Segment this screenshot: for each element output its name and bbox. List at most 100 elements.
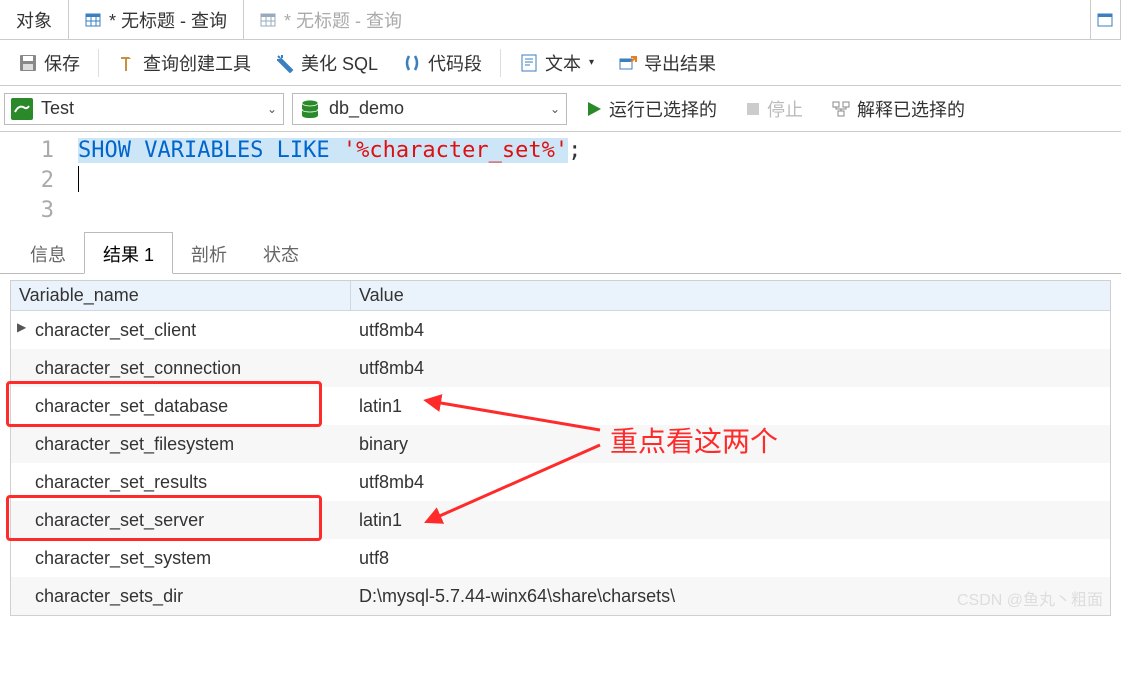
table-icon xyxy=(85,12,101,28)
line-number: 3 xyxy=(0,196,54,226)
cell-value: utf8mb4 xyxy=(351,320,1110,341)
table-row[interactable]: character_sets_dirD:\mysql-5.7.44-winx64… xyxy=(11,577,1110,615)
tab-objects-label: 对象 xyxy=(16,7,52,33)
connection-bar: Test ⌄ db_demo ⌄ 运行已选择的 停止 解释已选择的 xyxy=(0,86,1121,132)
cell-variable-name: character_set_filesystem xyxy=(11,434,351,455)
builder-label: 查询创建工具 xyxy=(143,50,251,76)
query-builder-button[interactable]: 查询创建工具 xyxy=(107,46,261,80)
line-number: 1 xyxy=(0,136,54,166)
export-label: 导出结果 xyxy=(644,50,716,76)
beautify-button[interactable]: 美化 SQL xyxy=(265,46,388,80)
grid-header: Variable_name Value xyxy=(11,281,1110,311)
run-label: 运行已选择的 xyxy=(609,96,717,122)
sql-string: '%character_set%' xyxy=(343,138,568,163)
snippet-label: 代码段 xyxy=(428,50,482,76)
line-number: 2 xyxy=(0,166,54,196)
code-area[interactable]: SHOW VARIABLES LIKE '%character_set%'; xyxy=(70,132,581,232)
row-pointer-icon: ▶ xyxy=(17,320,26,334)
explain-button[interactable]: 解释已选择的 xyxy=(821,96,975,122)
tab-profile-label: 剖析 xyxy=(191,245,227,265)
stop-button[interactable]: 停止 xyxy=(735,96,813,122)
connection-select[interactable]: Test ⌄ xyxy=(4,93,284,125)
chevron-down-icon: ▾ xyxy=(589,57,594,68)
cell-variable-name: character_set_server xyxy=(11,510,351,531)
text-button[interactable]: 文本 ▾ xyxy=(509,46,604,80)
cell-variable-name: character_sets_dir xyxy=(11,586,351,607)
save-button[interactable]: 保存 xyxy=(8,46,90,80)
parentheses-icon xyxy=(402,53,422,73)
editor-tabs: 对象 * 无标题 - 查询 * 无标题 - 查询 xyxy=(0,0,1121,40)
tab-query-1-label: * 无标题 - 查询 xyxy=(109,7,227,33)
cell-variable-name: character_set_results xyxy=(11,472,351,493)
tab-query-2[interactable]: * 无标题 - 查询 xyxy=(244,0,1091,39)
table-row[interactable]: ▶character_set_clientutf8mb4 xyxy=(11,311,1110,349)
tab-result-1[interactable]: 结果 1 xyxy=(84,232,173,274)
save-label: 保存 xyxy=(44,50,80,76)
table-icon xyxy=(1097,12,1113,28)
cell-value: utf8mb4 xyxy=(351,472,1110,493)
sql-punct: ; xyxy=(568,138,581,163)
tab-info-label: 信息 xyxy=(30,245,66,265)
tab-status[interactable]: 状态 xyxy=(245,233,317,273)
database-icon xyxy=(299,98,321,120)
result-tabs: 信息 结果 1 剖析 状态 xyxy=(0,232,1121,274)
sql-keyword: SHOW VARIABLES LIKE xyxy=(78,138,343,163)
chevron-down-icon: ⌄ xyxy=(550,102,560,116)
snippet-button[interactable]: 代码段 xyxy=(392,46,492,80)
run-button[interactable]: 运行已选择的 xyxy=(575,96,727,122)
separator xyxy=(500,49,501,77)
tab-query-2-label: * 无标题 - 查询 xyxy=(284,7,402,33)
line-gutter: 1 2 3 xyxy=(0,132,70,232)
table-icon xyxy=(260,12,276,28)
tab-status-label: 状态 xyxy=(263,245,299,265)
watermark: CSDN @鱼丸丶粗面 xyxy=(957,586,1103,610)
cell-value: utf8mb4 xyxy=(351,358,1110,379)
col-variable-name[interactable]: Variable_name xyxy=(11,281,351,310)
cell-variable-name: character_set_connection xyxy=(11,358,351,379)
export-button[interactable]: 导出结果 xyxy=(608,46,726,80)
tab-objects[interactable]: 对象 xyxy=(0,0,69,39)
table-row[interactable]: character_set_systemutf8 xyxy=(11,539,1110,577)
play-icon xyxy=(585,100,603,118)
tab-profile[interactable]: 剖析 xyxy=(173,233,245,273)
cell-value: latin1 xyxy=(351,510,1110,531)
cell-variable-name: ▶character_set_client xyxy=(11,320,351,341)
tab-query-1[interactable]: * 无标题 - 查询 xyxy=(69,0,244,39)
hammer-icon xyxy=(117,53,137,73)
database-name: db_demo xyxy=(329,98,404,119)
wand-icon xyxy=(275,53,295,73)
separator xyxy=(98,49,99,77)
stop-label: 停止 xyxy=(767,96,803,122)
tab-overflow[interactable] xyxy=(1091,0,1121,39)
save-icon xyxy=(18,53,38,73)
document-icon xyxy=(519,53,539,73)
table-row[interactable]: character_set_serverlatin1 xyxy=(11,501,1110,539)
table-row[interactable]: character_set_filesystembinary xyxy=(11,425,1110,463)
beautify-label: 美化 SQL xyxy=(301,50,378,76)
connection-name: Test xyxy=(41,98,74,119)
toolbar: 保存 查询创建工具 美化 SQL 代码段 文本 ▾ 导出结果 xyxy=(0,40,1121,86)
result-area: Variable_name Value ▶character_set_clien… xyxy=(0,280,1121,616)
table-row[interactable]: character_set_connectionutf8mb4 xyxy=(11,349,1110,387)
explain-label: 解释已选择的 xyxy=(857,96,965,122)
cursor-line xyxy=(78,166,79,192)
table-row[interactable]: character_set_resultsutf8mb4 xyxy=(11,463,1110,501)
explain-icon xyxy=(831,99,851,119)
col-value[interactable]: Value xyxy=(351,281,1110,310)
cell-variable-name: character_set_database xyxy=(11,396,351,417)
database-select[interactable]: db_demo ⌄ xyxy=(292,93,567,125)
table-row[interactable]: character_set_databaselatin1 xyxy=(11,387,1110,425)
export-icon xyxy=(618,53,638,73)
sql-editor[interactable]: 1 2 3 SHOW VARIABLES LIKE '%character_se… xyxy=(0,132,1121,232)
cell-value: utf8 xyxy=(351,548,1110,569)
connection-icon xyxy=(11,98,33,120)
stop-icon xyxy=(745,101,761,117)
annotation-text: 重点看这两个 xyxy=(610,420,778,460)
tab-info[interactable]: 信息 xyxy=(12,233,84,273)
text-label: 文本 xyxy=(545,50,581,76)
chevron-down-icon: ⌄ xyxy=(267,102,277,116)
result-grid[interactable]: Variable_name Value ▶character_set_clien… xyxy=(10,280,1111,616)
tab-result-label: 结果 1 xyxy=(103,245,154,265)
cell-variable-name: character_set_system xyxy=(11,548,351,569)
cell-value: latin1 xyxy=(351,396,1110,417)
